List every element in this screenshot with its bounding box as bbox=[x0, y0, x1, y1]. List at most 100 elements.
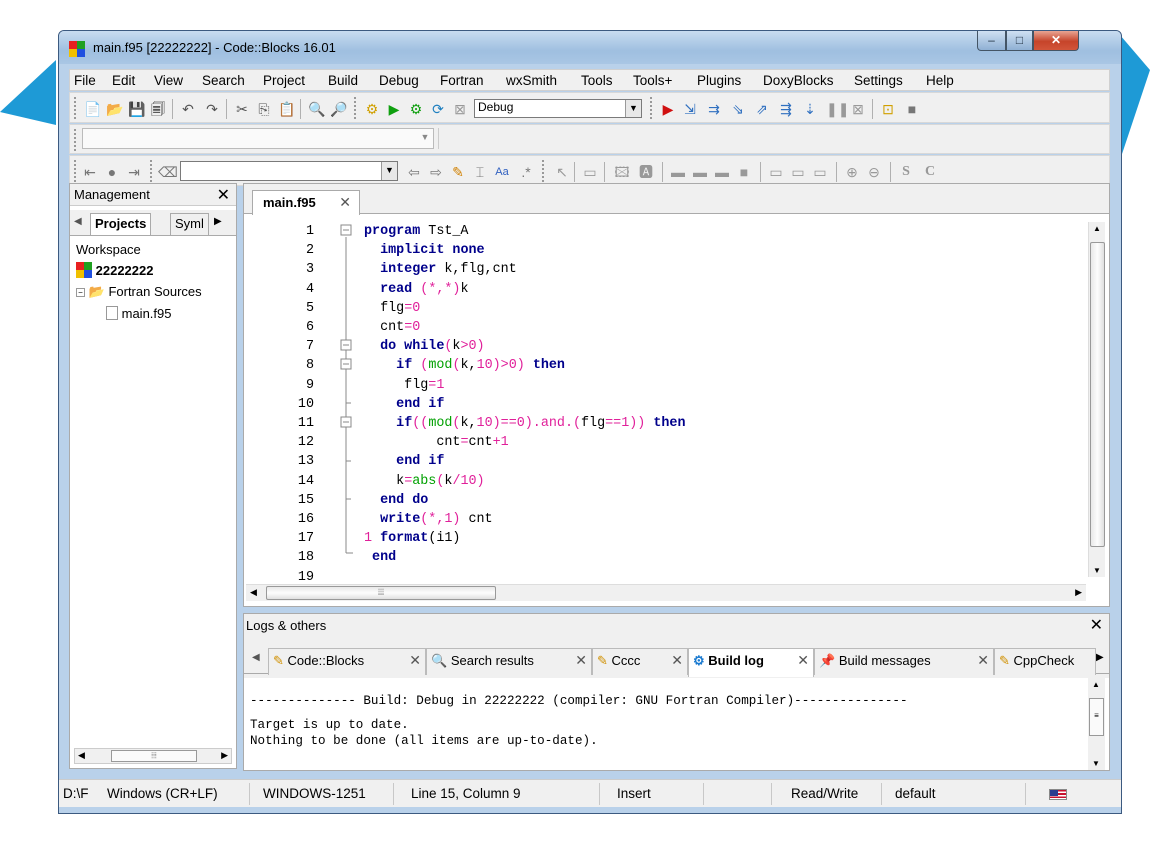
selected-text-icon[interactable]: ⌶ bbox=[472, 164, 488, 180]
text-frame-icon[interactable]: 🅰 bbox=[638, 164, 654, 180]
menu-build[interactable]: Build bbox=[328, 73, 358, 88]
close-icon[interactable]: ✕ bbox=[217, 185, 230, 205]
shape-icon-1[interactable]: ▭ bbox=[768, 164, 784, 180]
build-gear-icon[interactable]: ⚙ bbox=[364, 101, 380, 117]
stop-debug-icon[interactable]: ⊠ bbox=[850, 101, 866, 117]
debug-start-icon[interactable]: ▶ bbox=[660, 101, 676, 117]
paste-icon[interactable]: 📋 bbox=[278, 101, 295, 117]
tab-projects[interactable]: Projects bbox=[90, 213, 152, 235]
close-icon[interactable]: ✕ bbox=[671, 652, 683, 669]
function-select[interactable] bbox=[438, 128, 1103, 149]
run-to-cursor-icon[interactable]: ⇲ bbox=[682, 101, 698, 117]
next-instruction-icon[interactable]: ⇶ bbox=[778, 101, 794, 117]
collapse-icon[interactable]: − bbox=[76, 288, 85, 297]
panel-icon-2[interactable]: ▬ bbox=[692, 164, 708, 180]
menu-edit[interactable]: Edit bbox=[112, 73, 135, 88]
close-icon[interactable]: ✕ bbox=[339, 194, 351, 211]
editor-horizontal-scrollbar[interactable]: ◀ ⦙⦙⦙ ▶ bbox=[246, 584, 1086, 601]
tab-scroll-right-icon[interactable]: ▶ bbox=[214, 216, 222, 227]
debug-windows-icon[interactable]: ⊡ bbox=[880, 101, 896, 117]
c-icon[interactable]: C bbox=[922, 164, 938, 180]
file-node[interactable]: main.f95 bbox=[106, 306, 172, 321]
menu-doxyblocks[interactable]: DoxyBlocks bbox=[763, 73, 834, 88]
menu-project[interactable]: Project bbox=[263, 73, 305, 88]
scroll-up-icon[interactable]: ▲ bbox=[1093, 224, 1101, 233]
scroll-down-icon[interactable]: ▼ bbox=[1092, 759, 1100, 768]
search-forward-icon[interactable]: ⇨ bbox=[428, 164, 444, 180]
save-all-icon[interactable]: 🗐 bbox=[150, 101, 166, 117]
next-line-icon[interactable]: ⇉ bbox=[706, 101, 722, 117]
pointer-icon[interactable]: ↖ bbox=[554, 164, 570, 180]
scroll-right-icon[interactable]: ▶ bbox=[1075, 587, 1082, 598]
undo-icon[interactable]: ↶ bbox=[180, 101, 196, 117]
cut-icon[interactable]: ✂ bbox=[234, 101, 250, 117]
highlight-icon[interactable]: ✎ bbox=[450, 164, 466, 180]
close-icon[interactable]: ✕ bbox=[797, 652, 809, 669]
menu-help[interactable]: Help bbox=[926, 73, 954, 88]
open-folder-icon[interactable]: 📂 bbox=[106, 101, 123, 117]
minimize-button[interactable]: – bbox=[977, 31, 1006, 51]
menu-plugins[interactable]: Plugins bbox=[697, 73, 741, 88]
tab-cccc[interactable]: ✎ Cccc ✕ bbox=[592, 648, 688, 675]
editor-vertical-scrollbar[interactable]: ▲ ▼ bbox=[1088, 222, 1105, 577]
tab-scroll-left-icon[interactable]: ◀ bbox=[252, 652, 260, 663]
zoom-out-icon[interactable]: ⊖ bbox=[866, 164, 882, 180]
menu-fortran[interactable]: Fortran bbox=[440, 73, 484, 88]
close-icon[interactable]: ✕ bbox=[575, 652, 587, 669]
menu-file[interactable]: File bbox=[74, 73, 96, 88]
scroll-thumb[interactable]: ≡ bbox=[1089, 698, 1104, 736]
regex-icon[interactable]: .* bbox=[518, 164, 534, 180]
s-icon[interactable]: S bbox=[898, 164, 914, 180]
menu-view[interactable]: View bbox=[154, 73, 183, 88]
run-icon[interactable]: ▶ bbox=[386, 101, 402, 117]
tab-codeblocks-log[interactable]: ✎ Code::Blocks ✕ bbox=[268, 648, 426, 675]
scroll-left-icon[interactable]: ◀ bbox=[250, 587, 257, 598]
jump-back-icon[interactable]: ⇤ bbox=[82, 164, 98, 180]
us-flag-icon[interactable] bbox=[1049, 789, 1067, 800]
replace-icon[interactable]: 🔎 bbox=[330, 101, 347, 117]
close-icon[interactable]: ✕ bbox=[1090, 615, 1103, 635]
various-info-icon[interactable]: ■ bbox=[904, 101, 920, 117]
tab-build-log[interactable]: ⚙ Build log ✕ bbox=[688, 648, 814, 677]
panel-icon-4[interactable]: ■ bbox=[736, 164, 752, 180]
tab-scroll-right-icon[interactable]: ▶ bbox=[1096, 652, 1104, 663]
scroll-thumb[interactable] bbox=[1090, 242, 1105, 547]
menu-debug[interactable]: Debug bbox=[379, 73, 419, 88]
bookmark-icon[interactable]: ● bbox=[104, 164, 120, 180]
code-area[interactable]: program Tst_A implicit none integer k,fl… bbox=[358, 222, 1080, 577]
abort-icon[interactable]: ⊠ bbox=[452, 101, 468, 117]
save-icon[interactable]: 💾 bbox=[128, 101, 145, 117]
match-case-icon[interactable]: Aa bbox=[494, 164, 510, 180]
clear-search-icon[interactable]: ⌫ bbox=[158, 164, 178, 180]
redo-icon[interactable]: ↷ bbox=[204, 101, 220, 117]
new-file-icon[interactable]: 📄 bbox=[84, 101, 101, 117]
panel-icon-1[interactable]: ▬ bbox=[670, 164, 686, 180]
shape-icon-2[interactable]: ▭ bbox=[790, 164, 806, 180]
find-icon[interactable]: 🔍 bbox=[308, 101, 325, 117]
management-horizontal-scrollbar[interactable]: ◀ ⦙⦙⦙ ▶ bbox=[74, 748, 232, 764]
image-icon[interactable]: 🖾 bbox=[614, 164, 630, 180]
log-vertical-scrollbar[interactable]: ▲ ≡ ▼ bbox=[1088, 678, 1105, 770]
build-target-select[interactable]: Debug ▼ bbox=[474, 99, 642, 118]
tab-build-messages[interactable]: 📌 Build messages ✕ bbox=[814, 648, 994, 675]
scroll-down-icon[interactable]: ▼ bbox=[1093, 566, 1101, 575]
step-instruction-icon[interactable]: ⇣ bbox=[802, 101, 818, 117]
tab-symbols[interactable]: Syml bbox=[170, 213, 209, 235]
scroll-thumb[interactable]: ⦙⦙⦙ bbox=[111, 750, 197, 762]
close-icon[interactable]: ✕ bbox=[409, 652, 421, 669]
copy-icon[interactable]: ⎘ bbox=[256, 101, 272, 117]
pause-icon[interactable]: ❚❚ bbox=[826, 101, 849, 117]
tab-main-f95[interactable]: main.f95 ✕ bbox=[252, 190, 360, 215]
menu-tools-plus[interactable]: Tools+ bbox=[633, 73, 672, 88]
build-and-run-icon[interactable]: ⚙ bbox=[408, 101, 424, 117]
menu-search[interactable]: Search bbox=[202, 73, 245, 88]
scroll-up-icon[interactable]: ▲ bbox=[1092, 680, 1100, 689]
step-out-icon[interactable]: ⇗ bbox=[754, 101, 770, 117]
close-button[interactable]: ✕ bbox=[1033, 31, 1079, 51]
menu-tools[interactable]: Tools bbox=[581, 73, 613, 88]
close-icon[interactable]: ✕ bbox=[977, 652, 989, 669]
tab-scroll-left-icon[interactable]: ◀ bbox=[74, 216, 82, 227]
frame-icon[interactable]: ▭ bbox=[582, 164, 598, 180]
project-node[interactable]: 22222222 bbox=[76, 262, 153, 278]
scroll-right-icon[interactable]: ▶ bbox=[221, 750, 228, 761]
